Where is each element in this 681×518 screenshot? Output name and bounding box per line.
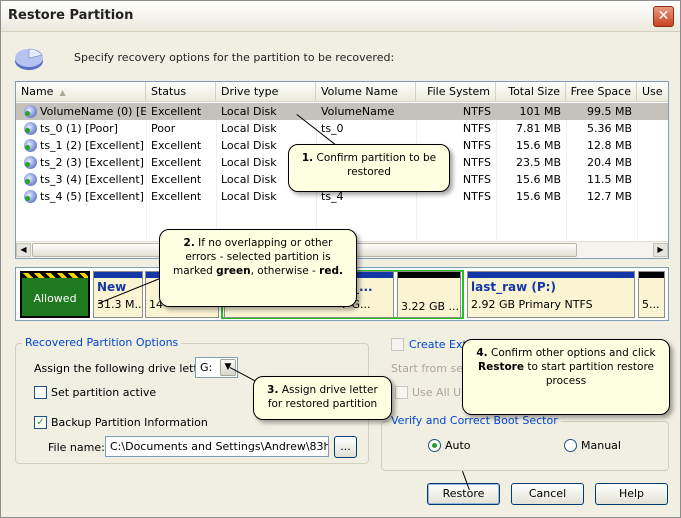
auto-label: Auto	[445, 439, 471, 452]
close-icon: ✕	[657, 8, 670, 24]
window-title: Restore Partition	[8, 8, 134, 23]
callout-text: Confirm other options and click	[491, 347, 656, 359]
file-name-label: File name:	[48, 441, 105, 454]
group-title: Verify and Correct Boot Sector	[388, 414, 561, 427]
drive-letter-value: G:	[200, 361, 213, 374]
column-header-drive-type[interactable]: Drive type	[216, 82, 316, 102]
table-row[interactable]: ts_0 (1) [Poor] Poor Local Disk ts_0 NTF…	[16, 120, 668, 137]
callout-number: 4.	[476, 347, 488, 359]
callout-restore-text: Restore	[477, 361, 524, 373]
partition-icon	[24, 156, 37, 169]
partition-block-last[interactable]: 5...	[638, 271, 665, 318]
help-button[interactable]: Help	[595, 483, 668, 505]
create-extended-label: Create Ext	[409, 338, 467, 351]
chevron-down-icon[interactable]: ▼	[220, 359, 236, 376]
start-from-label: Start from sec	[391, 362, 470, 375]
partition-icon	[24, 139, 37, 152]
close-button[interactable]: ✕	[653, 6, 674, 27]
list-header: Name ▲ Status Drive type Volume Name File…	[16, 82, 668, 102]
backup-partition-checkbox[interactable]: ✓	[34, 416, 47, 429]
column-header-used[interactable]: Use	[637, 82, 668, 102]
partition-info: 5...	[642, 298, 660, 311]
set-active-label: Set partition active	[51, 386, 157, 399]
set-active-checkbox[interactable]	[34, 386, 47, 399]
partition-icon	[24, 190, 37, 203]
auto-radio[interactable]	[428, 439, 441, 452]
partition-block-allowed[interactable]: Allowed	[20, 271, 90, 318]
verify-boot-sector-group: Verify and Correct Boot Sector	[381, 414, 669, 471]
callout-restore: 4. Confirm other options and click Resto…	[462, 339, 670, 415]
table-row[interactable]: VolumeName (0) [E... Excellent Local Dis…	[16, 103, 668, 120]
partition-name: last_raw (P:)	[471, 280, 556, 294]
callout-red-text: red.	[319, 265, 343, 277]
file-name-input[interactable]: C:\Documents and Settings\Andrew\83h.mbr	[105, 436, 329, 457]
column-header-total-size[interactable]: Total Size	[496, 82, 566, 102]
callout-green-text: green	[216, 265, 251, 277]
sort-ascending-icon: ▲	[59, 88, 66, 97]
title-bar: Restore Partition ✕	[1, 1, 680, 32]
partition-icon	[24, 105, 37, 118]
column-header-volume-name[interactable]: Volume Name	[316, 82, 416, 102]
create-extended-checkbox[interactable]	[391, 338, 404, 351]
partition-block-free[interactable]: 3.22 GB ...	[397, 271, 461, 318]
callout-drive-letter: 3. Assign drive letter for restored part…	[253, 376, 392, 420]
column-header-status[interactable]: Status	[146, 82, 216, 102]
column-header-name[interactable]: Name ▲	[16, 82, 146, 102]
checkmark-icon: ✓	[36, 417, 45, 428]
callout-confirm-partition: 1. Confirm partition to be restored	[288, 144, 450, 192]
scroll-right-icon[interactable]: ▶	[653, 243, 668, 257]
column-header-file-system[interactable]: File System	[416, 82, 496, 102]
group-title: Recovered Partition Options	[22, 336, 182, 349]
pie-disk-icon	[15, 48, 43, 70]
partition-name: New	[97, 280, 127, 294]
restore-button[interactable]: Restore	[427, 483, 500, 505]
partition-info: 2.92 GB Primary NTFS	[471, 298, 593, 311]
drive-letter-label: Assign the following drive letter:	[34, 362, 213, 375]
hatched-bar	[22, 273, 88, 278]
callout-number: 2.	[183, 237, 195, 249]
column-header-free-space[interactable]: Free Space	[566, 82, 637, 102]
callout-text: , otherwise -	[250, 265, 316, 277]
partition-info: 3.22 GB ...	[401, 300, 460, 313]
cancel-button[interactable]: Cancel	[511, 483, 584, 505]
use-all-checkbox[interactable]	[395, 386, 408, 399]
manual-label: Manual	[581, 439, 621, 452]
callout-text: to start partition restore process	[527, 361, 655, 387]
instruction-text: Specify recovery options for the partiti…	[74, 51, 395, 64]
browse-button[interactable]: ...	[334, 436, 357, 458]
callout-number: 1.	[301, 152, 314, 164]
partition-block-last-raw[interactable]: last_raw (P:) 2.92 GB Primary NTFS	[467, 271, 635, 318]
manual-radio[interactable]	[564, 439, 577, 452]
backup-partition-label: Backup Partition Information	[51, 416, 208, 429]
restore-partition-dialog: Restore Partition ✕ Specify recovery opt…	[0, 0, 681, 518]
partition-icon	[24, 122, 37, 135]
callout-selection-status: 2. If no overlapping or other errors - s…	[159, 229, 357, 307]
callout-text: Assign drive letter for restored partiti…	[267, 384, 378, 410]
allowed-label: Allowed	[33, 292, 77, 305]
callout-text: Confirm partition to be restored	[316, 152, 437, 178]
scroll-left-icon[interactable]: ◀	[16, 243, 31, 257]
callout-number: 3.	[267, 384, 279, 396]
partition-icon	[24, 173, 37, 186]
